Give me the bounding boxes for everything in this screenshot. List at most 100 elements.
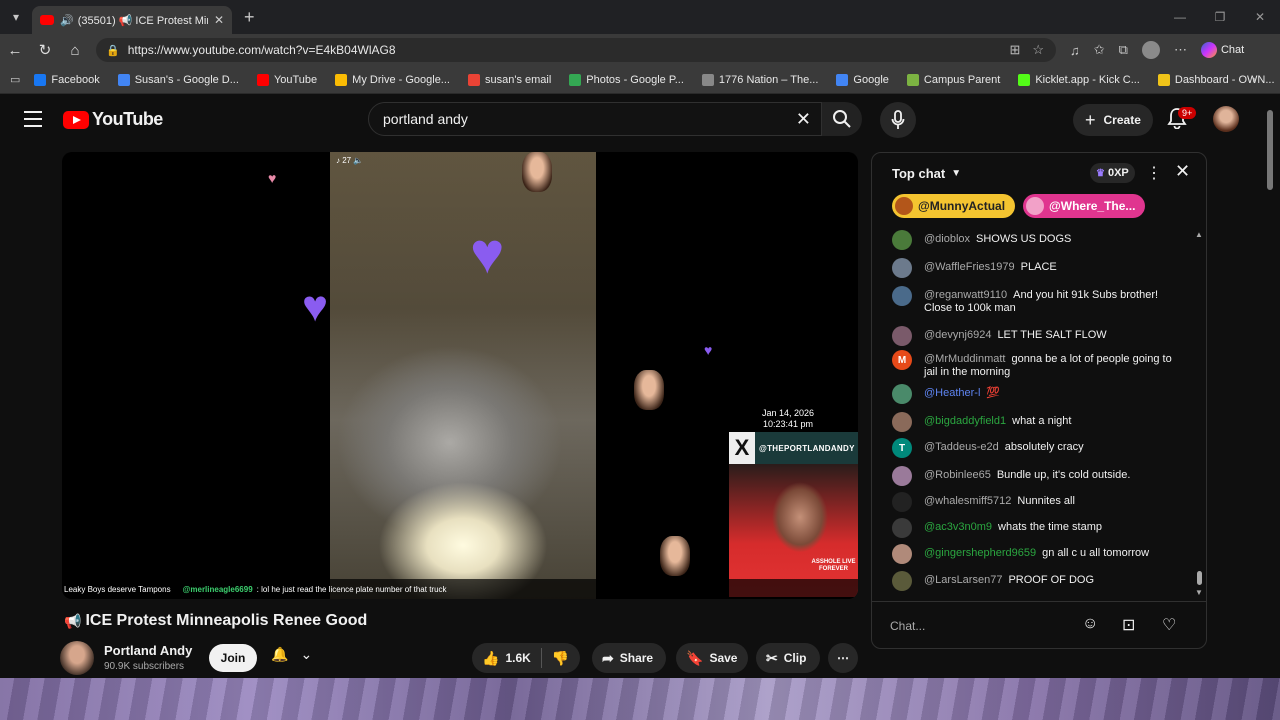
collections-icon[interactable]: ⧉ <box>1119 42 1128 58</box>
favorite-star-icon[interactable]: ☆ <box>1032 42 1044 58</box>
chat-close-icon[interactable]: ✕ <box>1175 161 1190 182</box>
video-player[interactable]: ♪ 27 🔈 ♥ ♥ ♥ ♥ Jan 14, 2026 10:23:41 pm … <box>62 152 858 599</box>
bookmark-item[interactable]: susan's email <box>467 73 551 86</box>
avatar[interactable] <box>892 412 912 432</box>
avatar[interactable] <box>892 326 912 346</box>
chat-author[interactable]: @Heather-l <box>924 387 980 399</box>
subscription-notification-button[interactable]: 🔔 ⌄ <box>271 646 312 663</box>
chat-message[interactable]: @LarsLarsen77 PROOF OF DOG <box>892 571 1182 591</box>
chat-message[interactable]: @dioblox SHOWS US DOGS <box>892 230 1182 250</box>
chat-message[interactable]: @reganwatt9110 And you hit 91k Subs broth… <box>892 286 1182 315</box>
sidebar-toggle-icon[interactable]: ▭ <box>10 73 20 86</box>
channel-avatar[interactable] <box>60 641 94 675</box>
chat-author[interactable]: @MrMuddinmatt <box>924 353 1005 365</box>
chat-author[interactable]: @Taddeus-e2d <box>924 441 999 453</box>
create-button[interactable]: + Create <box>1073 104 1153 136</box>
chat-message[interactable]: @gingershepherd9659 gn all c u all tomorr… <box>892 544 1182 564</box>
bookmark-item[interactable]: YouTube <box>256 73 317 86</box>
chat-author[interactable]: @whalesmiff5712 <box>924 495 1011 507</box>
pinned-supporter-chip[interactable]: @Where_The... <box>1023 194 1146 218</box>
emoji-icon[interactable]: ☺ <box>1082 615 1098 633</box>
copilot-chat-button[interactable]: Chat <box>1200 42 1244 58</box>
save-button[interactable]: 🔖 Save <box>676 643 748 673</box>
chat-author[interactable]: @LarsLarsen77 <box>924 574 1002 586</box>
chat-author[interactable]: @dioblox <box>924 233 970 245</box>
chat-message[interactable]: @ac3v3n0m9 whats the time stamp <box>892 518 1182 538</box>
account-avatar[interactable] <box>1213 106 1239 132</box>
chat-author[interactable]: @gingershepherd9659 <box>924 547 1036 559</box>
chat-message[interactable]: M @MrMuddinmatt gonna be a lot of people g… <box>892 350 1182 379</box>
avatar[interactable] <box>892 492 912 512</box>
page-scrollbar[interactable] <box>1266 96 1274 676</box>
more-actions-button[interactable]: ⋯ <box>828 643 858 673</box>
tab-list-chevron-icon[interactable]: ▾ <box>0 0 32 34</box>
avatar[interactable] <box>892 286 912 306</box>
chat-message[interactable]: @Heather-l 💯 <box>892 384 1182 404</box>
bookmark-item[interactable]: Google <box>836 73 889 86</box>
guide-menu-icon[interactable] <box>22 109 44 129</box>
like-count[interactable]: 1.6K <box>505 651 530 665</box>
chat-author[interactable]: @ac3v3n0m9 <box>924 521 992 533</box>
favorites-icon[interactable]: ✩ <box>1094 42 1105 58</box>
avatar[interactable] <box>892 518 912 538</box>
scroll-down-arrow-icon[interactable]: ▼ <box>1195 588 1203 597</box>
bookmark-item[interactable]: Dashboard - OWN... <box>1157 73 1275 86</box>
chat-author[interactable]: @WaffleFries1979 <box>924 261 1015 273</box>
search-button[interactable] <box>822 102 862 136</box>
clear-search-icon[interactable]: ✕ <box>796 109 811 130</box>
profile-avatar[interactable] <box>1141 41 1160 59</box>
chat-author[interactable]: @bigdaddyfield1 <box>924 415 1006 427</box>
read-aloud-icon[interactable]: ♫ <box>1070 43 1080 58</box>
home-icon[interactable]: ⌂ <box>60 34 90 66</box>
clip-button[interactable]: ✂ Clip <box>756 643 820 673</box>
speaker-icon[interactable]: 🔊 <box>60 14 74 27</box>
page-scrollbar-thumb[interactable] <box>1267 110 1273 190</box>
avatar[interactable] <box>892 466 912 486</box>
bookmark-item[interactable]: Campus Parent <box>906 73 1000 86</box>
share-button[interactable]: ➦ Share <box>592 643 666 673</box>
avatar[interactable] <box>892 571 912 591</box>
voice-search-button[interactable] <box>880 102 916 138</box>
refresh-icon[interactable]: ↻ <box>30 34 60 66</box>
minimize-icon[interactable]: — <box>1160 0 1200 34</box>
chat-message[interactable]: @whalesmiff5712 Nunnites all <box>892 492 1182 512</box>
site-info-icon[interactable]: 🔒 <box>106 44 120 57</box>
xp-badge[interactable]: ♛ 0XP <box>1090 163 1135 183</box>
avatar[interactable] <box>892 544 912 564</box>
chat-author[interactable]: @Robinlee65 <box>924 469 991 481</box>
chat-message[interactable]: T @Taddeus-e2d absolutely cracy <box>892 438 1182 458</box>
super-chat-icon[interactable]: ⊡ <box>1122 615 1135 635</box>
tab-close-icon[interactable]: ✕ <box>214 13 224 27</box>
chat-input[interactable]: Chat... <box>890 619 1080 633</box>
scroll-up-arrow-icon[interactable]: ▲ <box>1195 230 1203 239</box>
chat-scrollbar-thumb[interactable] <box>1197 571 1202 585</box>
heart-reaction-icon[interactable]: ♡ <box>1162 615 1176 635</box>
browser-tab-active[interactable]: 🔊 (35501) 📢 ICE Protest Minneapolis Rene… <box>32 6 232 34</box>
bookmark-item[interactable]: 1776 Nation – The... <box>701 73 818 86</box>
avatar[interactable]: T <box>892 438 912 458</box>
chat-message[interactable]: @WaffleFries1979 PLACE <box>892 258 1182 278</box>
url-bar[interactable]: 🔒 https://www.youtube.com/watch?v=E4kB04… <box>96 38 1056 62</box>
chat-author[interactable]: @devynj6924 <box>924 329 991 341</box>
bookmark-item[interactable]: My Drive - Google... <box>335 73 450 86</box>
avatar[interactable] <box>892 258 912 278</box>
window-close-icon[interactable]: ✕ <box>1240 0 1280 34</box>
chat-author[interactable]: @reganwatt9110 <box>924 289 1007 301</box>
chat-menu-icon[interactable]: ⋮ <box>1146 163 1162 183</box>
new-tab-plus-icon[interactable]: + <box>244 7 255 28</box>
chat-message[interactable]: @devynj6924 LET THE SALT FLOW <box>892 326 1182 346</box>
bookmark-item[interactable]: Facebook <box>34 73 100 86</box>
chat-message-list[interactable]: @dioblox SHOWS US DOGS @WaffleFries1979 PLA… <box>872 225 1192 601</box>
bookmark-item[interactable]: Photos - Google P... <box>569 73 684 86</box>
pinned-supporter-chip[interactable]: @MunnyActual <box>892 194 1016 218</box>
channel-name[interactable]: Portland Andy <box>104 643 192 658</box>
avatar[interactable] <box>892 384 912 404</box>
avatar[interactable] <box>892 230 912 250</box>
maximize-icon[interactable]: ❐ <box>1200 0 1240 34</box>
chat-message[interactable]: @bigdaddyfield1 what a night <box>892 412 1182 432</box>
bookmark-item[interactable]: Kicklet.app - Kick C... <box>1018 73 1140 86</box>
join-button[interactable]: Join <box>209 644 257 672</box>
avatar[interactable]: M <box>892 350 912 370</box>
like-thumb-icon[interactable]: 👍 <box>482 650 499 667</box>
more-menu-icon[interactable]: ⋯ <box>1174 42 1187 58</box>
